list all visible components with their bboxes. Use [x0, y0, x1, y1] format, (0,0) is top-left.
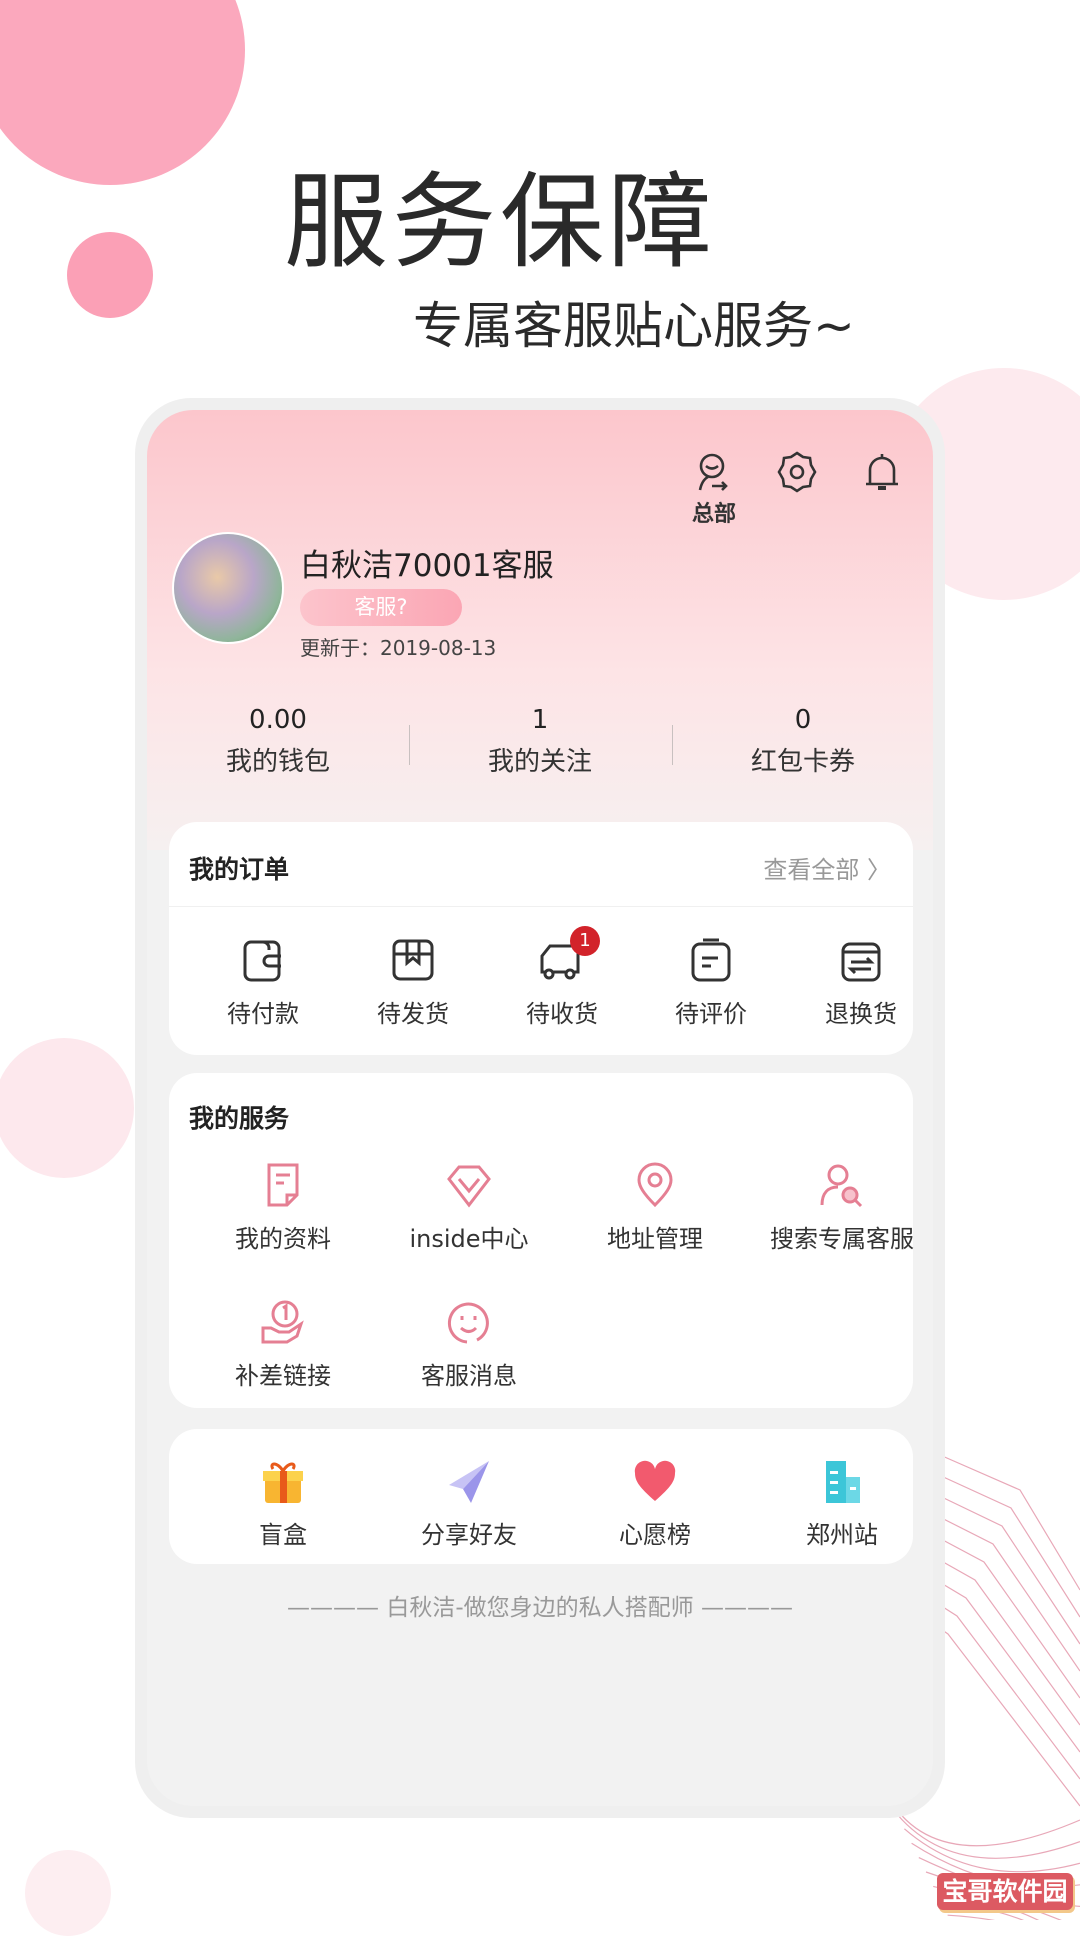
item-label: inside中心 [409, 1225, 529, 1253]
extra-heart[interactable]: 心愿榜 [565, 1457, 745, 1550]
extra-gift[interactable]: 盲盒 [193, 1457, 373, 1550]
order-returns[interactable]: 退换货 [771, 936, 933, 1029]
item-label: 心愿榜 [619, 1521, 691, 1549]
bell-icon[interactable] [860, 450, 904, 494]
role-badge[interactable]: 客服? [300, 589, 462, 626]
coin-hand-icon [259, 1298, 307, 1346]
notification-badge: 1 [570, 926, 600, 956]
divider [409, 725, 410, 765]
item-label: 分享好友 [421, 1521, 517, 1549]
extra-paper-plane[interactable]: 分享好友 [379, 1457, 559, 1550]
decor-circle [0, 1038, 134, 1178]
profile-header: 总部 白秋洁70001客服 客服? 更新于：2019-08-13 0.00 我的钱… [147, 410, 933, 850]
truck-icon: 1 [538, 926, 600, 984]
services-title: 我的服务 [189, 1104, 290, 1133]
item-label: 盲盒 [259, 1521, 307, 1549]
stat-label: 我的钱包 [225, 747, 330, 777]
orders-title: 我的订单 [189, 855, 290, 884]
item-label: 搜索专属客服 [770, 1225, 914, 1253]
service-coin-hand[interactable]: 补差链接 [193, 1298, 373, 1391]
box-icon [389, 936, 437, 984]
promo-title: 服务保障 [284, 161, 717, 283]
service-diamond[interactable]: inside中心 [379, 1161, 559, 1254]
view-all-orders-link[interactable]: 查看全部 〉 [763, 850, 891, 885]
service-location[interactable]: 地址管理 [565, 1161, 745, 1254]
wallet-icon [239, 936, 287, 984]
divider [169, 906, 913, 907]
services-card: 我的服务 我的资料 inside中心 地址管理 搜索专属客服补差链接 客服消息 [169, 1073, 914, 1408]
service-user-search[interactable]: 搜索专属客服 [752, 1161, 932, 1254]
stat-value: 1 [531, 705, 549, 735]
diamond-icon [445, 1161, 493, 1209]
stat-following[interactable]: 1 我的关注 [420, 705, 660, 778]
stat-label: 红包卡券 [750, 747, 855, 777]
profile-name: 白秋洁70001客服 [300, 548, 554, 584]
decor-circle [0, 0, 245, 185]
stat-value: 0 [794, 705, 812, 735]
item-label: 我的资料 [235, 1225, 331, 1253]
item-label: 客服消息 [421, 1362, 517, 1390]
divider [672, 725, 673, 765]
gear-icon[interactable] [775, 450, 819, 494]
stat-label: 我的关注 [487, 747, 592, 777]
orders-card: 我的订单 查看全部 〉 待付款 待发货 1 待收货 待评价 退换货 [169, 822, 913, 1055]
service-smile[interactable]: 客服消息 [379, 1298, 559, 1391]
paper-plane-icon [445, 1457, 493, 1505]
hq-label[interactable]: 总部 [687, 496, 741, 528]
phone-screen: 总部 白秋洁70001客服 客服? 更新于：2019-08-13 0.00 我的钱… [147, 410, 933, 1806]
extra-building[interactable]: 郑州站 [752, 1457, 932, 1550]
service-document[interactable]: 我的资料 [193, 1161, 373, 1254]
item-label: 退换货 [825, 1000, 897, 1028]
item-label: 郑州站 [806, 1521, 878, 1549]
view-all-label: 查看全部 [763, 856, 860, 884]
stat-wallet[interactable]: 0.00 我的钱包 [158, 705, 398, 778]
document-icon [259, 1161, 307, 1209]
decor-circle [25, 1850, 111, 1936]
exchange-icon [837, 936, 885, 984]
gift-icon [259, 1457, 307, 1505]
headset-icon[interactable] [692, 450, 736, 494]
footer-slogan: ———— 白秋洁-做您身边的私人搭配师 ———— [287, 1595, 793, 1621]
user-search-icon [818, 1161, 866, 1209]
item-label: 地址管理 [607, 1225, 703, 1253]
heart-icon [631, 1457, 679, 1505]
updated-date: 更新于：2019-08-13 [300, 636, 497, 660]
chevron-right-icon: 〉 [867, 856, 891, 884]
item-label: 补差链接 [235, 1362, 331, 1390]
clipboard-icon [687, 936, 735, 984]
extras-card: 盲盒 分享好友 心愿榜 郑州站 [169, 1429, 913, 1564]
location-icon [631, 1161, 679, 1209]
building-icon [818, 1457, 866, 1505]
stat-coupons[interactable]: 0 红包卡券 [683, 705, 923, 778]
smile-icon [445, 1298, 493, 1346]
decor-line [947, 1914, 995, 1920]
avatar[interactable] [172, 532, 284, 644]
promo-subtitle: 专属客服贴心服务~ [413, 297, 855, 355]
stat-value: 0.00 [249, 705, 307, 735]
watermark-logo: 宝哥软件园 [937, 1873, 1073, 1910]
decor-circle [67, 232, 153, 318]
